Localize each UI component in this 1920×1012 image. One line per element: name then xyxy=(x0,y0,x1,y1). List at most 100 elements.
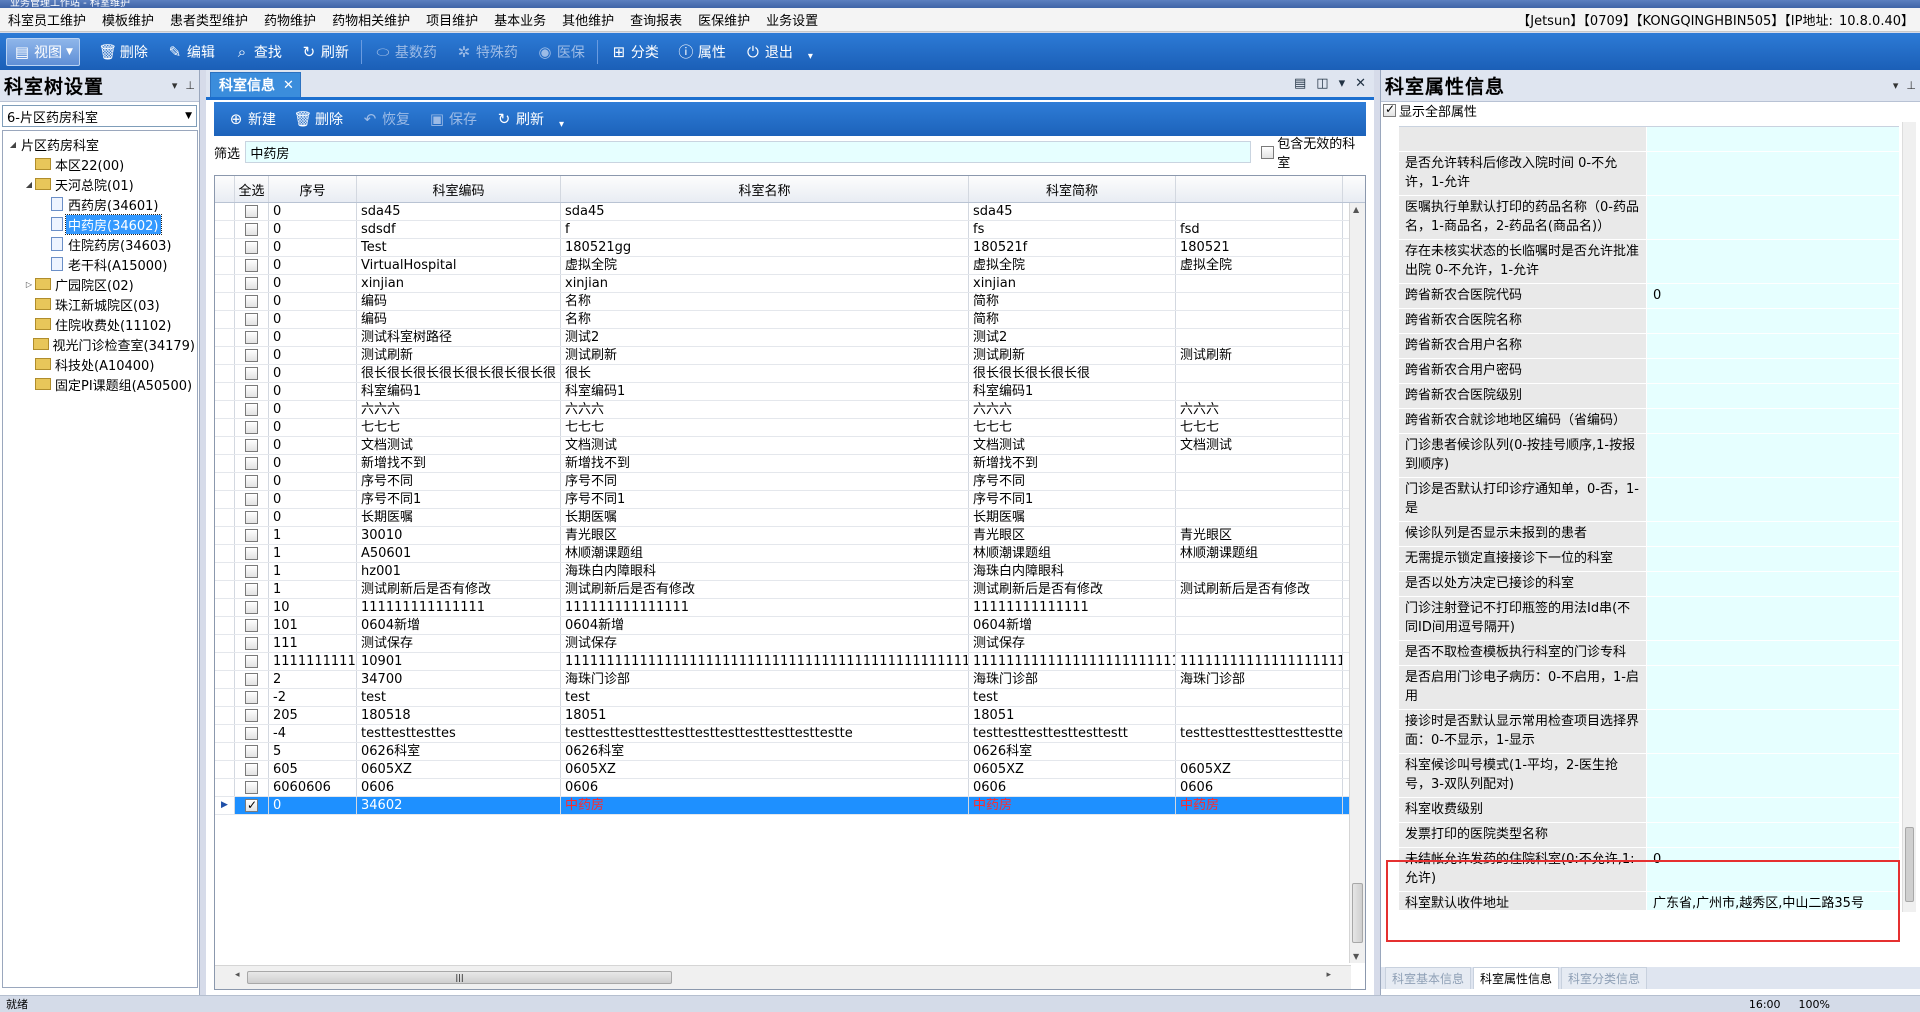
row-select-cell[interactable] xyxy=(235,401,269,418)
table-cell[interactable]: Test xyxy=(357,239,561,256)
table-row[interactable]: -2 test test test xyxy=(215,689,1365,707)
table-cell[interactable]: test xyxy=(357,689,561,706)
table-cell[interactable]: 文档测试 xyxy=(1176,437,1343,454)
row-checkbox[interactable] xyxy=(245,797,258,814)
table-cell[interactable]: 111111111111111 xyxy=(357,599,561,616)
table-cell[interactable]: 180518 xyxy=(357,707,561,724)
table-cell[interactable]: 科室编码1 xyxy=(561,383,969,400)
table-row[interactable]: 1 A50601 林顺潮课题组 林顺潮课题组 林顺潮课题组 xyxy=(215,545,1365,563)
row-select-cell[interactable] xyxy=(235,617,269,634)
table-cell[interactable]: 0 xyxy=(269,419,357,436)
row-checkbox[interactable] xyxy=(245,223,258,236)
table-cell[interactable]: 111111111111111 xyxy=(561,599,969,616)
table-cell[interactable]: 七七七 xyxy=(969,419,1176,436)
toolbar-overflow-icon[interactable]: ▾ xyxy=(553,119,564,130)
row-select-cell[interactable] xyxy=(235,311,269,328)
toolbar-button[interactable]: 🗑 删除 xyxy=(90,37,157,67)
table-cell[interactable]: 6060606 xyxy=(269,779,357,796)
table-cell[interactable]: 测试刷新后是否有修改 xyxy=(357,581,561,598)
table-cell[interactable]: 1111111111 xyxy=(269,653,357,670)
grid-vscroll-thumb[interactable] xyxy=(1352,883,1363,943)
table-row[interactable]: 0 序号不同 序号不同 序号不同 xyxy=(215,473,1365,491)
expand-icon[interactable]: ▷ xyxy=(23,280,35,289)
property-value[interactable] xyxy=(1647,196,1899,239)
show-all-properties-box[interactable] xyxy=(1383,102,1396,117)
table-cell[interactable]: 0604新增 xyxy=(561,617,969,634)
row-select-cell[interactable] xyxy=(235,203,269,220)
property-row[interactable]: 跨省新农合用户名称 xyxy=(1399,334,1899,359)
table-cell[interactable]: 0606 xyxy=(561,779,969,796)
row-checkbox[interactable] xyxy=(245,763,258,776)
table-cell[interactable]: 0626科室 xyxy=(357,743,561,760)
table-cell[interactable]: 2 xyxy=(269,671,357,688)
table-row[interactable]: 6060606 0606 0606 0606 0606 xyxy=(215,779,1365,797)
table-cell[interactable] xyxy=(1176,617,1343,634)
toolbar-overflow-icon[interactable]: ▾ xyxy=(802,51,813,62)
property-value[interactable] xyxy=(1647,754,1899,797)
table-row[interactable]: 0 序号不同1 序号不同1 序号不同1 xyxy=(215,491,1365,509)
table-row[interactable]: 0 Test 180521gg 180521f 180521 xyxy=(215,239,1365,257)
row-checkbox[interactable] xyxy=(245,385,258,398)
table-cell[interactable]: 0 xyxy=(269,329,357,346)
table-cell[interactable]: A50601 xyxy=(357,545,561,562)
row-select-cell[interactable] xyxy=(235,653,269,670)
row-checkbox[interactable] xyxy=(245,367,258,380)
table-row[interactable]: 5 0626科室 0626科室 0626科室 xyxy=(215,743,1365,761)
property-value[interactable] xyxy=(1647,478,1899,521)
menu-item[interactable]: 模板维护 xyxy=(94,10,162,29)
table-cell[interactable]: 30010 xyxy=(357,527,561,544)
toolbar-button[interactable]: ◉ 医保 xyxy=(527,37,594,67)
table-cell[interactable]: 1 xyxy=(269,545,357,562)
table-cell[interactable]: 林顺潮课题组 xyxy=(561,545,969,562)
toolbar-button[interactable]: ⏻ 退出 xyxy=(735,37,802,67)
tree-node[interactable]: 住院收费处(11102) xyxy=(3,314,197,334)
property-row[interactable]: 跨省新农合医院名称 xyxy=(1399,309,1899,334)
table-cell[interactable]: 1111111111111111111111111111111111111111… xyxy=(561,653,969,670)
row-checkbox[interactable] xyxy=(245,421,258,434)
row-select-cell[interactable] xyxy=(235,761,269,778)
table-row[interactable]: -4 testtesttesttes testtesttesttesttesttes… xyxy=(215,725,1365,743)
table-cell[interactable]: 18051 xyxy=(561,707,969,724)
table-cell[interactable]: test xyxy=(561,689,969,706)
table-cell[interactable]: 名称 xyxy=(561,311,969,328)
row-select-cell[interactable] xyxy=(235,635,269,652)
row-select-cell[interactable] xyxy=(235,779,269,796)
table-cell[interactable]: hz001 xyxy=(357,563,561,580)
table-row[interactable]: 1111111111 10901 1111111111111111111111111… xyxy=(215,653,1365,671)
tab-list-icon[interactable]: ▾ xyxy=(1339,76,1346,91)
table-cell[interactable]: 0 xyxy=(269,257,357,274)
table-cell[interactable]: 六六六 xyxy=(969,401,1176,418)
table-cell[interactable]: -4 xyxy=(269,725,357,742)
panel-menu-icon[interactable]: ▾ xyxy=(1893,79,1899,92)
table-row[interactable]: 1 测试刷新后是否有修改 测试刷新后是否有修改 测试刷新后是否有修改 测试刷新后是否有修… xyxy=(215,581,1365,599)
property-row[interactable]: 跨省新农合用户密码 xyxy=(1399,359,1899,384)
table-cell[interactable]: 10 xyxy=(269,599,357,616)
close-icon[interactable]: ✕ xyxy=(1355,76,1366,91)
table-row[interactable]: 0 科室编码1 科室编码1 科室编码1 xyxy=(215,383,1365,401)
table-cell[interactable]: 新增找不到 xyxy=(561,455,969,472)
row-select-cell[interactable] xyxy=(235,725,269,742)
table-cell[interactable] xyxy=(1176,311,1343,328)
row-select-cell[interactable] xyxy=(235,671,269,688)
table-cell[interactable] xyxy=(1176,365,1343,382)
row-checkbox[interactable] xyxy=(245,529,258,542)
table-cell[interactable]: 海珠白内障眼科 xyxy=(561,563,969,580)
table-cell[interactable]: 测试刷新 xyxy=(1176,347,1343,364)
layout-horizontal-icon[interactable]: ▤ xyxy=(1294,76,1306,91)
row-select-cell[interactable] xyxy=(235,257,269,274)
row-checkbox[interactable] xyxy=(245,259,258,272)
row-select-cell[interactable] xyxy=(235,329,269,346)
table-cell[interactable]: 0606 xyxy=(969,779,1176,796)
department-toolbar-button[interactable]: ▣ 保存 xyxy=(419,104,486,134)
table-cell[interactable]: 测试刷新 xyxy=(969,347,1176,364)
row-checkbox[interactable] xyxy=(245,727,258,740)
tab-department-info[interactable]: 科室信息 ✕ xyxy=(210,72,301,97)
property-row[interactable]: 是否允许转科后修改入院时间 0-不允许，1-允许 xyxy=(1399,152,1899,196)
table-cell[interactable]: 海珠门诊部 xyxy=(969,671,1176,688)
table-cell[interactable] xyxy=(1176,329,1343,346)
table-cell[interactable]: 很长很长很长很长很长很长很长很 xyxy=(357,365,561,382)
tree-node[interactable]: 西药房(34601) xyxy=(3,194,197,214)
table-cell[interactable]: 很长很长很长很长很 xyxy=(969,365,1176,382)
table-cell[interactable] xyxy=(1176,689,1343,706)
table-cell[interactable]: 林顺潮课题组 xyxy=(969,545,1176,562)
